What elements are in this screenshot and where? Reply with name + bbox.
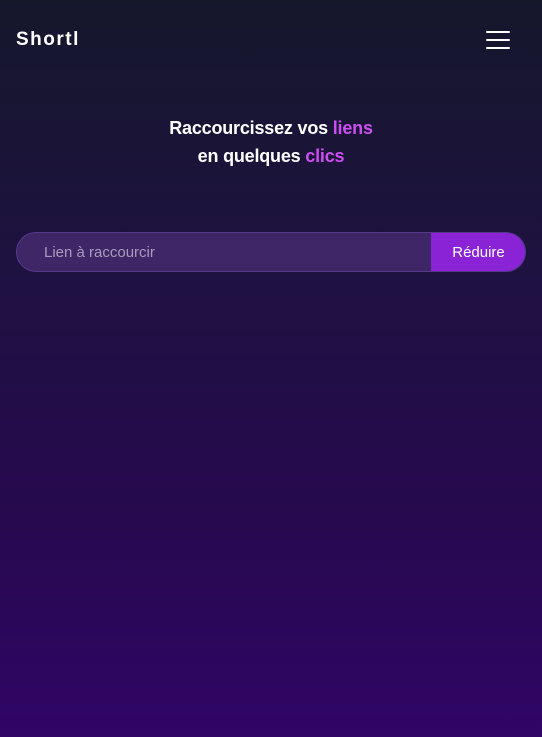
menu-line — [486, 39, 510, 41]
hero-accent-clics: clics — [305, 146, 345, 166]
hamburger-menu-icon[interactable] — [484, 28, 512, 52]
shorten-form: Réduire — [16, 232, 526, 272]
site-header: Shortl — [0, 0, 542, 80]
hero-line-1-text: Raccourcissez vos — [169, 118, 333, 138]
hero-accent-liens: liens — [332, 118, 373, 138]
menu-line — [486, 31, 510, 33]
link-input[interactable] — [17, 233, 432, 271]
logo[interactable]: Shortl — [16, 29, 80, 51]
submit-button[interactable]: Réduire — [431, 233, 525, 271]
menu-line — [486, 47, 510, 49]
hero-line-1: Raccourcissez vos liens — [0, 114, 542, 142]
hero-line-2: en quelques clics — [0, 142, 542, 170]
hero-line-2-text: en quelques — [197, 146, 306, 166]
hero-title: Raccourcissez vos liens en quelques clic… — [0, 114, 542, 170]
